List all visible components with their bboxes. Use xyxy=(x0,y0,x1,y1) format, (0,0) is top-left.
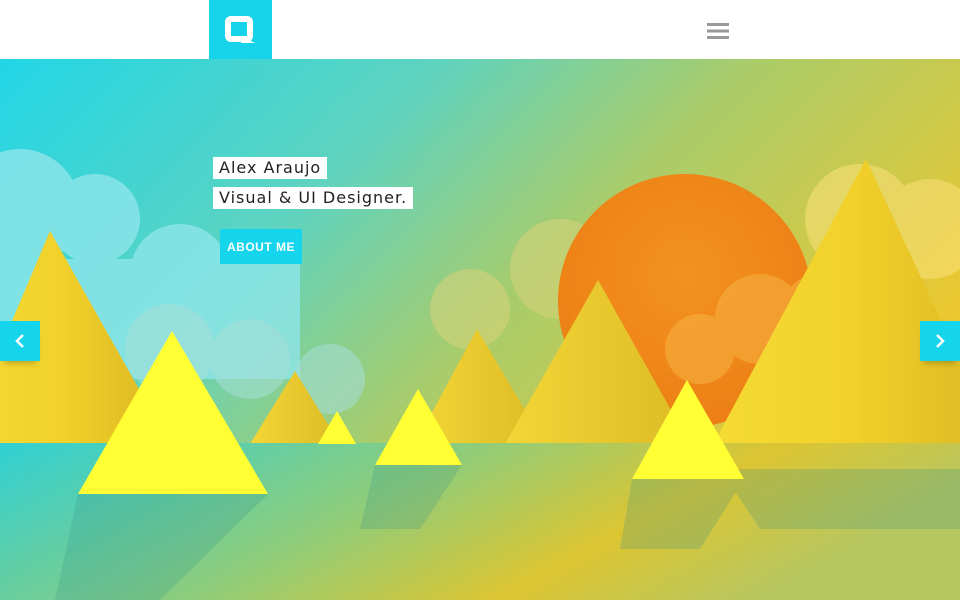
site-header xyxy=(0,0,960,59)
hero-role: Visual & UI Designer. xyxy=(213,187,414,209)
brand-logo-icon xyxy=(224,15,255,43)
menu-button[interactable] xyxy=(703,18,733,44)
hero-illustration xyxy=(0,59,960,600)
hero-slider: Alex Araujo Visual & UI Designer. ABOUT … xyxy=(0,59,960,600)
prev-slide-button[interactable] xyxy=(0,321,40,361)
logo-button[interactable] xyxy=(209,0,272,59)
chevron-left-icon xyxy=(15,334,24,348)
hero-name: Alex Araujo xyxy=(213,157,328,179)
hamburger-menu-icon xyxy=(707,23,729,39)
chevron-right-icon xyxy=(936,334,945,348)
next-slide-button[interactable] xyxy=(920,321,960,361)
about-me-button[interactable]: ABOUT ME xyxy=(220,229,302,264)
